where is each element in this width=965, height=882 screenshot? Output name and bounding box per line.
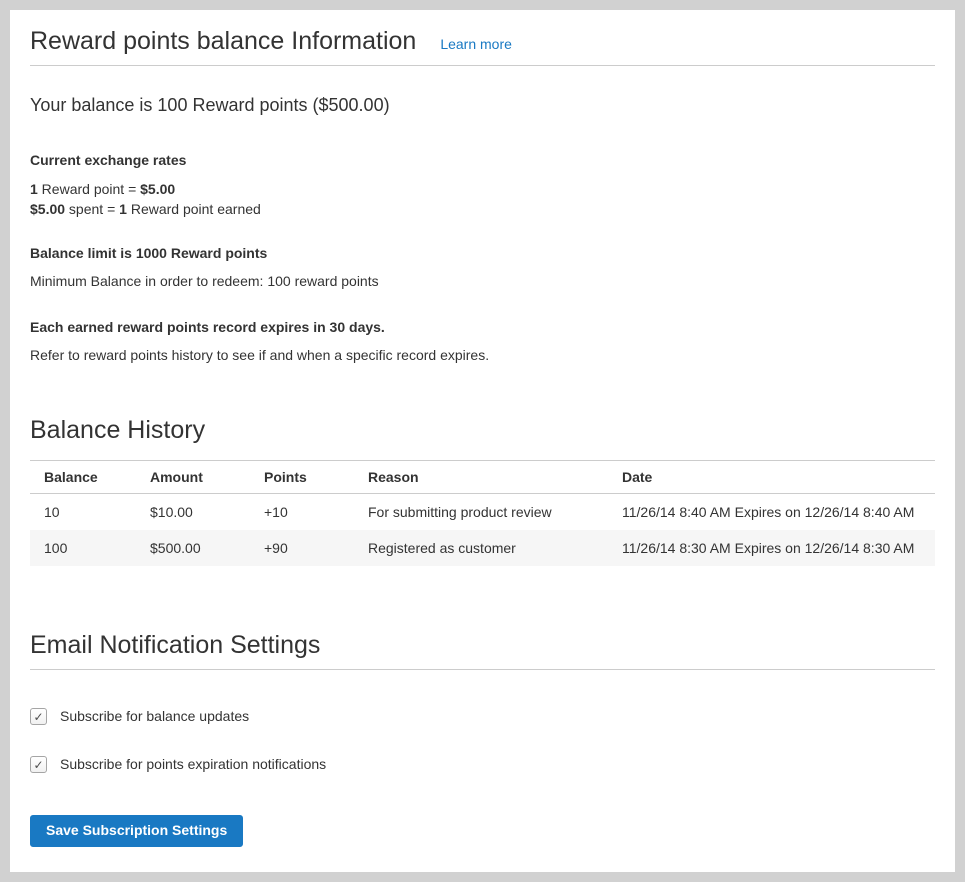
checkmark-icon: ✓ [33,758,43,772]
exchange-rates: 1 Reward point = $5.00 $5.00 spent = 1 R… [30,179,935,219]
column-header-amount: Amount [136,461,250,494]
table-row: 10 $10.00 +10 For submitting product rev… [30,494,935,531]
amount-cell: $10.00 [136,494,250,531]
expiration-notifications-option: ✓ Subscribe for points expiration notifi… [30,755,935,774]
page-title: Reward points balance Information [30,25,416,58]
balance-updates-checkbox[interactable]: ✓ [30,708,47,725]
save-subscription-settings-button[interactable]: Save Subscription Settings [30,815,243,847]
amount-cell: $500.00 [136,530,250,566]
balance-updates-label[interactable]: Subscribe for balance updates [60,707,249,726]
balance-cell: 100 [30,530,136,566]
email-settings-heading: Email Notification Settings [30,629,935,662]
learn-more-link[interactable]: Learn more [440,36,512,52]
reason-cell: Registered as customer [354,530,608,566]
expiration-notifications-label[interactable]: Subscribe for points expiration notifica… [60,755,326,774]
column-header-points: Points [250,461,354,494]
balance-cell: 10 [30,494,136,531]
rate-spend-line: $5.00 spent = 1 Reward point earned [30,199,935,219]
expiration-notifications-checkbox[interactable]: ✓ [30,756,47,773]
table-row: 100 $500.00 +90 Registered as customer 1… [30,530,935,566]
balance-summary: Your balance is 100 Reward points ($500.… [30,92,935,118]
table-header-row: Balance Amount Points Reason Date [30,461,935,494]
expiry-note: Refer to reward points history to see if… [30,346,935,365]
date-cell: 11/26/14 8:30 AM Expires on 12/26/14 8:3… [608,530,935,566]
title-divider [30,65,935,66]
reason-cell: For submitting product review [354,494,608,531]
column-header-date: Date [608,461,935,494]
min-balance-note: Minimum Balance in order to redeem: 100 … [30,272,935,291]
balance-history-heading: Balance History [30,414,935,447]
balance-updates-option: ✓ Subscribe for balance updates [30,707,935,726]
date-cell: 11/26/14 8:40 AM Expires on 12/26/14 8:4… [608,494,935,531]
email-settings-divider [30,669,935,670]
points-cell: +90 [250,530,354,566]
reward-points-panel: Reward points balance Information Learn … [10,10,955,872]
rate-earn-line: 1 Reward point = $5.00 [30,179,935,199]
column-header-balance: Balance [30,461,136,494]
column-header-reason: Reason [354,461,608,494]
expiry-label: Each earned reward points record expires… [30,318,935,337]
balance-limit-label: Balance limit is 1000 Reward points [30,244,935,263]
page-title-row: Reward points balance Information Learn … [30,10,935,58]
exchange-rates-heading: Current exchange rates [30,151,935,170]
points-cell: +10 [250,494,354,531]
balance-history-table: Balance Amount Points Reason Date 10 $10… [30,460,935,566]
checkmark-icon: ✓ [33,710,43,724]
